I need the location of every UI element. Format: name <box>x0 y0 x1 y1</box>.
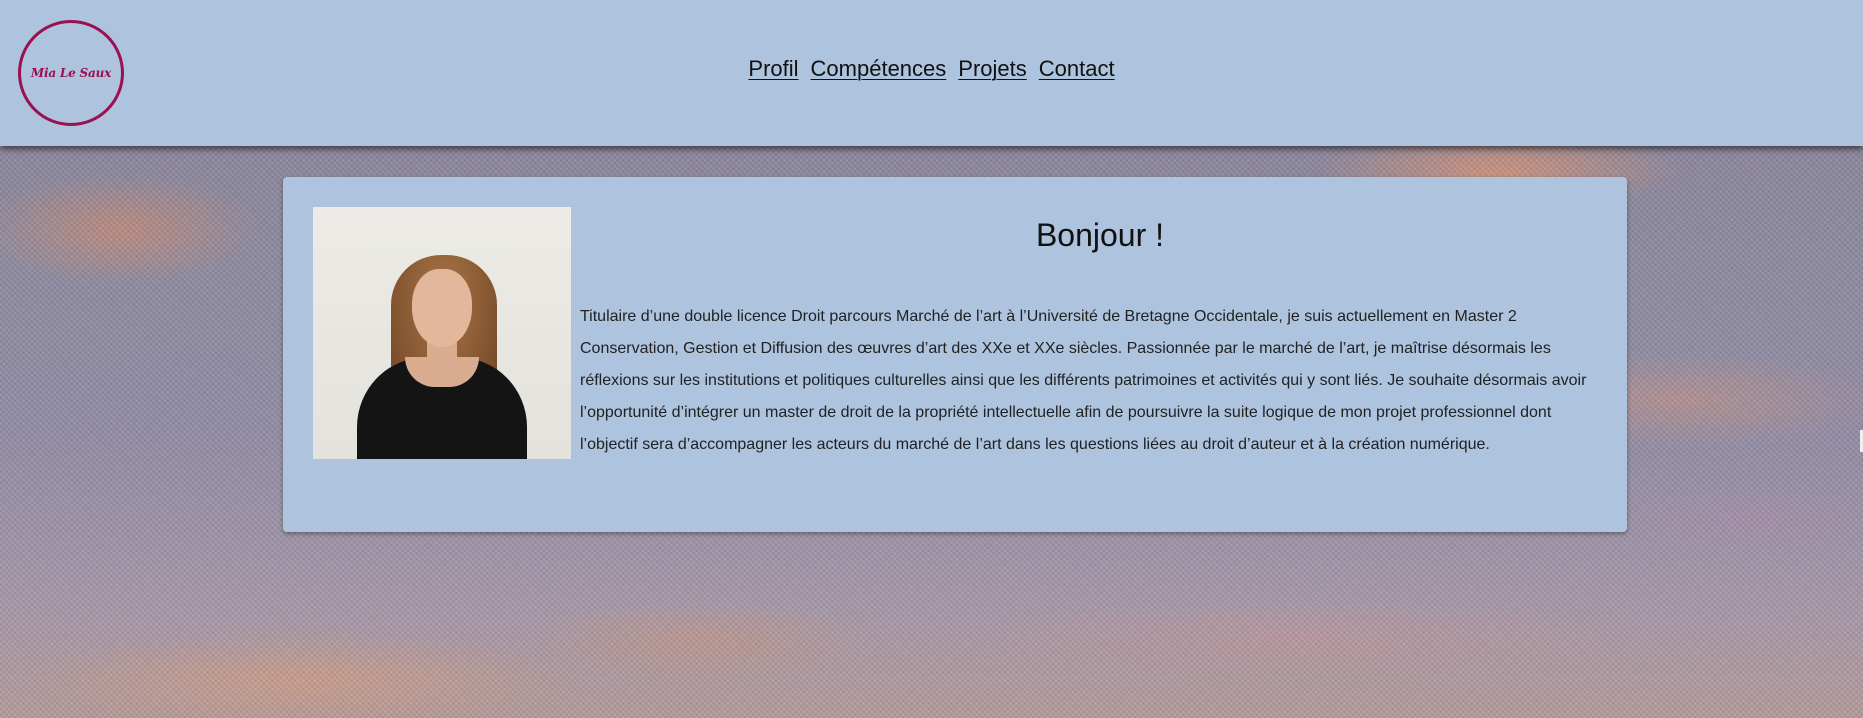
site-header: Mia Le Saux Profil Compétences Projets C… <box>0 0 1863 146</box>
profile-photo <box>313 207 571 459</box>
bio-text: Titulaire d’une double licence Droit par… <box>580 308 1587 453</box>
main-nav: Profil Compétences Projets Contact <box>0 56 1863 82</box>
profile-card: Bonjour ! Titulaire d’une double licence… <box>283 177 1627 532</box>
nav-link-profil[interactable]: Profil <box>748 56 798 82</box>
nav-link-competences[interactable]: Compétences <box>811 56 947 82</box>
photo-face-shape <box>412 269 472 347</box>
nav-link-projets[interactable]: Projets <box>958 56 1026 82</box>
nav-link-contact[interactable]: Contact <box>1039 56 1115 82</box>
greeting-heading: Bonjour ! <box>1035 217 1165 253</box>
